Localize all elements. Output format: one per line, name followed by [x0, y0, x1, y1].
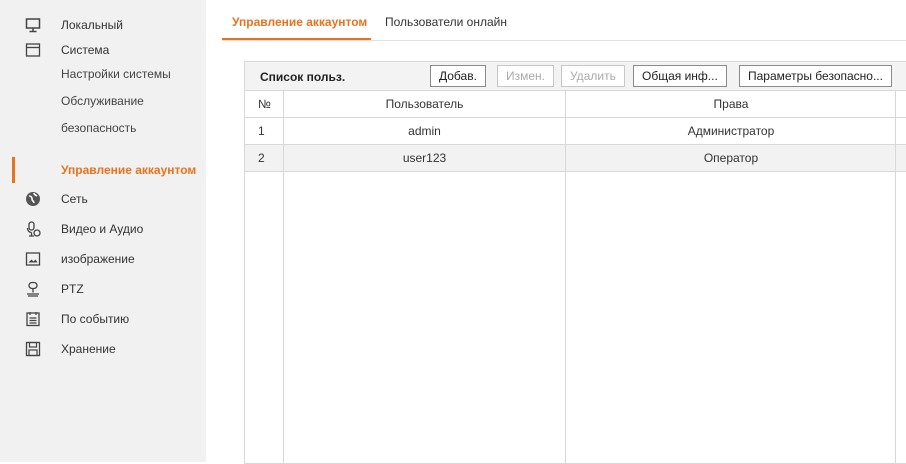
user-list-toolbar: Список польз. Добав. Измен. Удалить Обща…: [245, 62, 906, 91]
sidebar-subitem-label: безопасность: [61, 121, 137, 135]
image-icon: [25, 251, 41, 267]
cell-no: 2: [258, 151, 265, 165]
sidebar-item-label: Хранение: [61, 342, 116, 356]
sidebar-item-label: Система: [61, 43, 110, 57]
sidebar-subitem-label: Настройки системы: [61, 67, 171, 81]
sidebar-item-image[interactable]: изображение: [0, 245, 206, 273]
globe-icon: [25, 191, 41, 207]
window-icon: [25, 42, 41, 58]
sidebar-item-label: Видео и Аудио: [61, 222, 144, 236]
column-divider: [895, 91, 896, 463]
delete-user-button[interactable]: Удалить: [561, 65, 625, 87]
sidebar-subitem-system-settings[interactable]: Настройки системы: [0, 61, 206, 87]
cell-user: admin: [408, 124, 441, 138]
sidebar-subitem-maintenance[interactable]: Обслуживание: [0, 88, 206, 114]
ptz-camera-icon: [25, 281, 41, 297]
security-params-button[interactable]: Параметры безопасно...: [739, 65, 892, 87]
column-divider: [283, 91, 284, 463]
sidebar-item-event[interactable]: По событию: [0, 305, 206, 333]
sidebar-subitem-label: Обслуживание: [61, 94, 144, 108]
sidebar-item-label: По событию: [61, 312, 130, 326]
sidebar: Локальный Система Настройки системы Обсл…: [0, 0, 206, 462]
cell-user: user123: [402, 151, 447, 165]
column-header-rights: Права: [713, 97, 749, 111]
tab-label: Пользователи онлайн: [385, 15, 507, 29]
tabs-divider: [222, 40, 906, 41]
tab-label: Управление аккаунтом: [232, 15, 368, 29]
sidebar-item-storage[interactable]: Хранение: [0, 335, 206, 363]
sidebar-item-system[interactable]: Система: [0, 36, 206, 64]
table-header: № Пользователь Права: [245, 91, 906, 118]
column-header-no: №: [258, 97, 271, 111]
cell-rights: Администратор: [687, 124, 775, 138]
monitor-icon: [25, 17, 41, 33]
sidebar-item-ptz[interactable]: PTZ: [0, 275, 206, 303]
event-list-icon: [25, 311, 41, 327]
sidebar-item-label: PTZ: [61, 282, 84, 296]
sidebar-item-video-audio[interactable]: Видео и Аудио: [0, 215, 206, 243]
storage-disk-icon: [25, 341, 41, 357]
cell-no: 1: [258, 124, 265, 138]
column-header-user: Пользователь: [385, 97, 464, 111]
tab-account-management[interactable]: Управление аккаунтом: [222, 0, 371, 40]
active-indicator: [12, 157, 15, 183]
general-info-button[interactable]: Общая инф...: [633, 65, 727, 87]
user-list-title: Список польз.: [260, 70, 346, 84]
table-row[interactable]: 2 user123 Оператор: [245, 145, 906, 172]
sidebar-item-network[interactable]: Сеть: [0, 185, 206, 213]
table-row[interactable]: 1 admin Администратор: [245, 118, 906, 145]
sidebar-subitem-security[interactable]: безопасность: [0, 115, 206, 141]
sidebar-subitem-account-management[interactable]: Управление аккаунтом: [0, 157, 206, 183]
column-divider: [565, 91, 566, 463]
sidebar-item-label: изображение: [61, 252, 135, 266]
add-user-button[interactable]: Добав.: [430, 65, 486, 87]
cell-rights: Оператор: [703, 151, 759, 165]
sidebar-item-label: Локальный: [61, 18, 123, 32]
sidebar-subitem-label: Управление аккаунтом: [61, 163, 197, 177]
sidebar-item-local[interactable]: Локальный: [0, 11, 206, 39]
sidebar-item-label: Сеть: [61, 192, 88, 206]
user-list-panel: Список польз. Добав. Измен. Удалить Обща…: [244, 61, 906, 464]
edit-user-button[interactable]: Измен.: [497, 65, 555, 87]
tab-online-users[interactable]: Пользователи онлайн: [385, 0, 515, 40]
microphone-icon: [25, 221, 41, 237]
